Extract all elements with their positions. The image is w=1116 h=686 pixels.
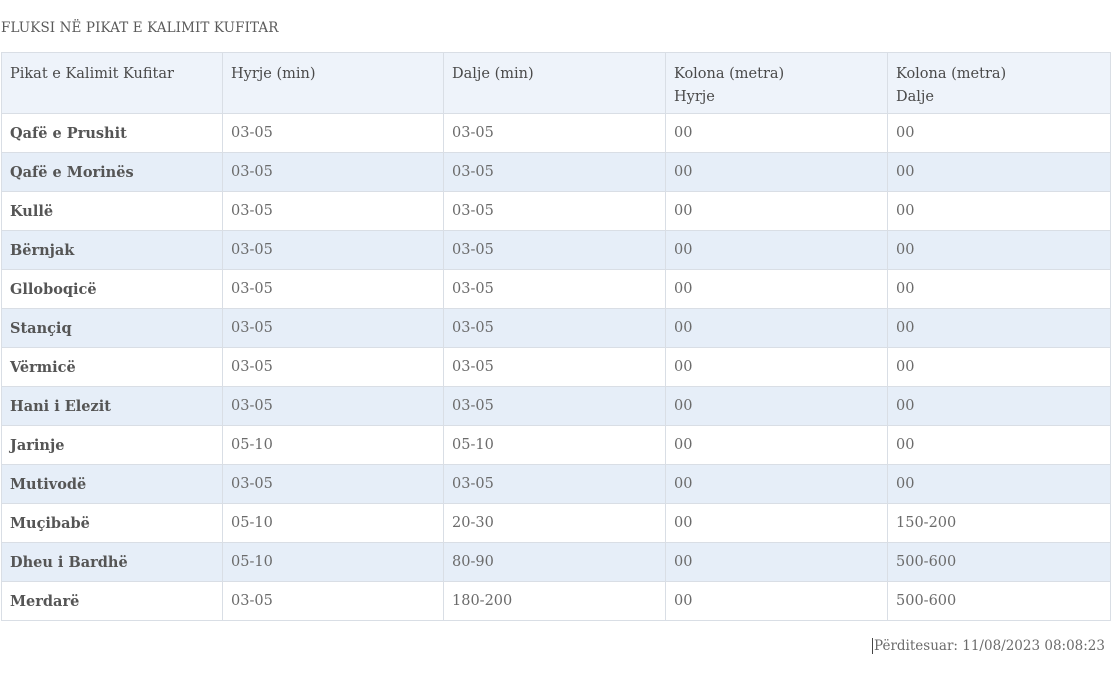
crossing-point-name: Stançiq bbox=[1, 308, 223, 348]
entry-wait-time: 03-05 bbox=[222, 581, 444, 621]
exit-queue-length: 00 bbox=[887, 269, 1111, 309]
exit-wait-time: 03-05 bbox=[443, 464, 666, 504]
table-header-row: Pikat e Kalimit Kufitar Hyrje (min) Dalje … bbox=[1, 52, 1111, 114]
crossing-point-name: Merdarë bbox=[1, 581, 223, 621]
exit-queue-length: 150-200 bbox=[887, 503, 1111, 543]
table-row: Qafë e Morinës 03-05 03-05 00 00 bbox=[1, 152, 1111, 192]
header-entry-min: Hyrje (min) bbox=[222, 52, 444, 114]
entry-queue-length: 00 bbox=[665, 347, 888, 387]
exit-wait-time: 03-05 bbox=[443, 230, 666, 270]
exit-queue-length: 500-600 bbox=[887, 542, 1111, 582]
entry-queue-length: 00 bbox=[665, 542, 888, 582]
entry-queue-length: 00 bbox=[665, 113, 888, 153]
exit-queue-length: 00 bbox=[887, 230, 1111, 270]
exit-wait-time: 03-05 bbox=[443, 308, 666, 348]
exit-queue-length: 00 bbox=[887, 425, 1111, 465]
header-label: Kolona (metra) bbox=[674, 66, 785, 82]
table-row: Qafë e Prushit 03-05 03-05 00 00 bbox=[1, 113, 1111, 153]
crossing-point-name: Glloboqicë bbox=[1, 269, 223, 309]
table-row: Merdarë 03-05 180-200 00 500-600 bbox=[1, 581, 1111, 621]
exit-wait-time: 03-05 bbox=[443, 152, 666, 192]
exit-wait-time: 03-05 bbox=[443, 191, 666, 231]
header-crossing-point: Pikat e Kalimit Kufitar bbox=[1, 52, 223, 114]
crossing-point-name: Bërnjak bbox=[1, 230, 223, 270]
header-queue-entry: Kolona (metra) Hyrje bbox=[665, 52, 888, 114]
entry-wait-time: 03-05 bbox=[222, 113, 444, 153]
header-label: Pikat e Kalimit Kufitar bbox=[10, 66, 174, 82]
table-body: Qafë e Prushit 03-05 03-05 00 00 Qafë e Morin… bbox=[1, 113, 1111, 621]
table-row: Muçibabë 05-10 20-30 00 150-200 bbox=[1, 503, 1111, 543]
entry-queue-length: 00 bbox=[665, 191, 888, 231]
entry-wait-time: 03-05 bbox=[222, 269, 444, 309]
exit-queue-length: 00 bbox=[887, 191, 1111, 231]
table-row: Vërmicë 03-05 03-05 00 00 bbox=[1, 347, 1111, 387]
table-row: Kullë 03-05 03-05 00 00 bbox=[1, 191, 1111, 231]
header-exit-min: Dalje (min) bbox=[443, 52, 666, 114]
crossing-point-name: Dheu i Bardhë bbox=[1, 542, 223, 582]
crossing-point-name: Qafë e Prushit bbox=[1, 113, 223, 153]
entry-wait-time: 03-05 bbox=[222, 347, 444, 387]
header-queue-exit: Kolona (metra) Dalje bbox=[887, 52, 1111, 114]
crossing-point-name: Muçibabë bbox=[1, 503, 223, 543]
table-row: Jarinje 05-10 05-10 00 00 bbox=[1, 425, 1111, 465]
exit-wait-time: 20-30 bbox=[443, 503, 666, 543]
entry-wait-time: 03-05 bbox=[222, 191, 444, 231]
exit-wait-time: 05-10 bbox=[443, 425, 666, 465]
exit-wait-time: 03-05 bbox=[443, 113, 666, 153]
crossing-point-name: Qafë e Morinës bbox=[1, 152, 223, 192]
entry-queue-length: 00 bbox=[665, 308, 888, 348]
crossing-point-name: Vërmicë bbox=[1, 347, 223, 387]
exit-queue-length: 00 bbox=[887, 464, 1111, 504]
entry-queue-length: 00 bbox=[665, 269, 888, 309]
entry-queue-length: 00 bbox=[665, 464, 888, 504]
table-row: Bërnjak 03-05 03-05 00 00 bbox=[1, 230, 1111, 270]
entry-wait-time: 03-05 bbox=[222, 308, 444, 348]
header-label: Dalje (min) bbox=[452, 66, 534, 82]
exit-wait-time: 80-90 bbox=[443, 542, 666, 582]
exit-queue-length: 00 bbox=[887, 347, 1111, 387]
crossing-point-name: Mutivodë bbox=[1, 464, 223, 504]
entry-wait-time: 05-10 bbox=[222, 503, 444, 543]
exit-queue-length: 500-600 bbox=[887, 581, 1111, 621]
table-row: Mutivodë 03-05 03-05 00 00 bbox=[1, 464, 1111, 504]
entry-wait-time: 05-10 bbox=[222, 425, 444, 465]
table-row: Glloboqicë 03-05 03-05 00 00 bbox=[1, 269, 1111, 309]
entry-queue-length: 00 bbox=[665, 386, 888, 426]
entry-queue-length: 00 bbox=[665, 152, 888, 192]
exit-wait-time: 03-05 bbox=[443, 386, 666, 426]
exit-wait-time: 180-200 bbox=[443, 581, 666, 621]
entry-queue-length: 00 bbox=[665, 503, 888, 543]
header-label: Hyrje (min) bbox=[231, 66, 316, 82]
exit-wait-time: 03-05 bbox=[443, 269, 666, 309]
table-row: Hani i Elezit 03-05 03-05 00 00 bbox=[1, 386, 1111, 426]
entry-queue-length: 00 bbox=[665, 581, 888, 621]
exit-queue-length: 00 bbox=[887, 113, 1111, 153]
exit-wait-time: 03-05 bbox=[443, 347, 666, 387]
table-row: Dheu i Bardhë 05-10 80-90 00 500-600 bbox=[1, 542, 1111, 582]
last-updated-text: Përditesuar: 11/08/2023 08:08:23 bbox=[872, 638, 1105, 654]
exit-queue-length: 00 bbox=[887, 386, 1111, 426]
crossing-point-name: Jarinje bbox=[1, 425, 223, 465]
exit-queue-length: 00 bbox=[887, 308, 1111, 348]
page-title: FLUKSI NË PIKAT E KALIMIT KUFITAR bbox=[1, 20, 279, 36]
entry-queue-length: 00 bbox=[665, 425, 888, 465]
exit-queue-length: 00 bbox=[887, 152, 1111, 192]
entry-wait-time: 05-10 bbox=[222, 542, 444, 582]
entry-wait-time: 03-05 bbox=[222, 152, 444, 192]
entry-queue-length: 00 bbox=[665, 230, 888, 270]
entry-wait-time: 03-05 bbox=[222, 230, 444, 270]
header-label: Hyrje bbox=[674, 89, 715, 105]
crossing-point-name: Kullë bbox=[1, 191, 223, 231]
entry-wait-time: 03-05 bbox=[222, 464, 444, 504]
crossing-point-name: Hani i Elezit bbox=[1, 386, 223, 426]
header-label: Kolona (metra) bbox=[896, 66, 1007, 82]
border-crossing-table: Pikat e Kalimit Kufitar Hyrje (min) Dalje … bbox=[1, 52, 1111, 621]
header-label: Dalje bbox=[896, 89, 934, 105]
entry-wait-time: 03-05 bbox=[222, 386, 444, 426]
table-row: Stançiq 03-05 03-05 00 00 bbox=[1, 308, 1111, 348]
